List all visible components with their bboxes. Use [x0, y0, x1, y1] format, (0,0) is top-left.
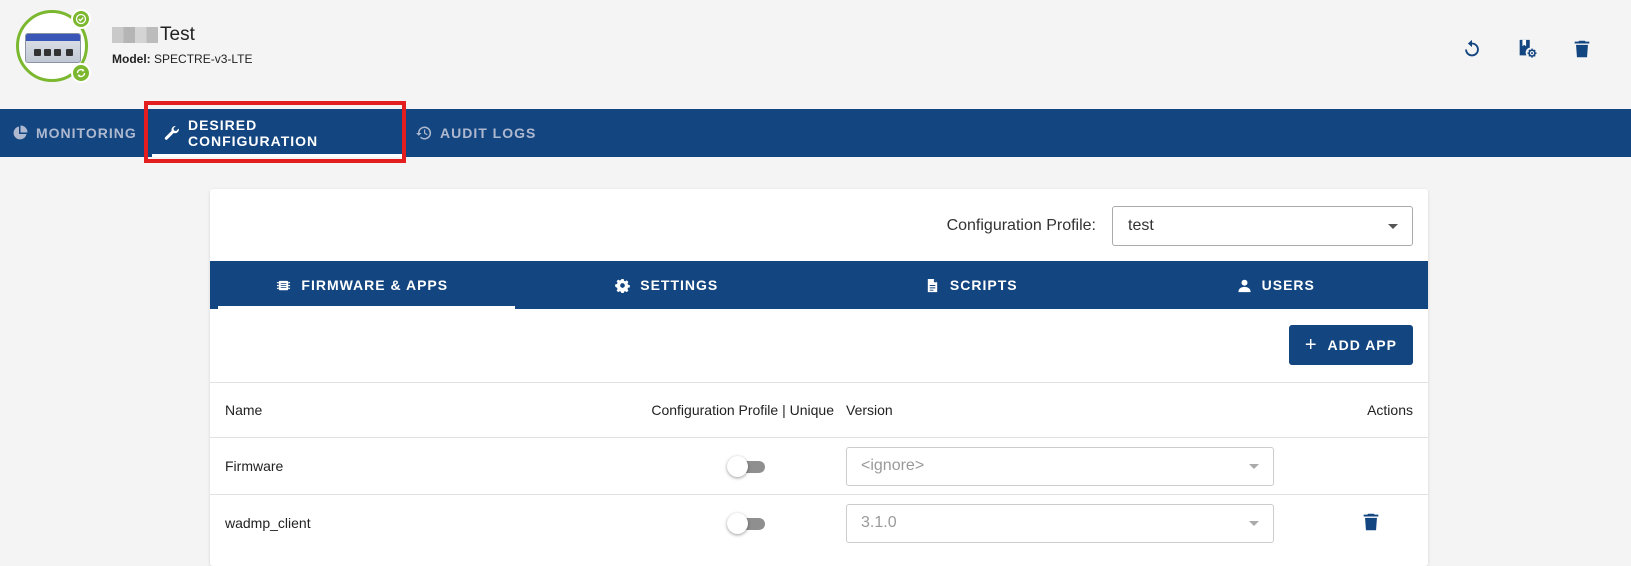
table-header-row: Name Configuration Profile | Unique Vers… [210, 382, 1428, 438]
configuration-profile-value: test [1128, 217, 1154, 234]
tab-audit-logs[interactable]: AUDIT LOGS [404, 109, 548, 157]
redacted-text [112, 27, 158, 43]
plus-icon: + [1304, 334, 1318, 356]
actions-cell [1314, 437, 1428, 495]
online-check-icon [71, 9, 91, 29]
device-name: Test [160, 24, 195, 45]
tab-scripts[interactable]: SCRIPTS [819, 261, 1124, 309]
tab-settings[interactable]: SETTINGS [515, 261, 820, 309]
version-cell: 3.1.0 [834, 494, 1314, 552]
unique-cell [650, 494, 834, 552]
tab-users-label: USERS [1261, 277, 1315, 293]
tab-desired-configuration[interactable]: DESIRED CONFIGURATION [150, 109, 404, 157]
tab-firmware-apps-label: FIRMWARE & APPS [301, 277, 449, 293]
history-icon [416, 126, 432, 140]
column-header-actions: Actions [1314, 382, 1428, 438]
device-header: Test Model: SPECTRE-v3-LTE [0, 0, 1631, 109]
router-image [25, 33, 81, 63]
column-header-profile-unique[interactable]: Configuration Profile | Unique [650, 382, 834, 438]
config-sub-nav: FIRMWARE & APPS SETTINGS SCRIPTS USERS [210, 261, 1428, 309]
column-header-version[interactable]: Version [834, 382, 1314, 438]
profile-settings-button[interactable] [1516, 38, 1538, 60]
delete-app-button[interactable] [1360, 511, 1382, 533]
tab-audit-logs-label: AUDIT LOGS [440, 125, 537, 141]
user-icon [1238, 279, 1251, 292]
profile-settings-icon [1519, 39, 1537, 58]
app-name: Firmware [210, 437, 650, 495]
device-title-block: Test Model: SPECTRE-v3-LTE [112, 24, 252, 66]
add-app-label: ADD APP [1327, 337, 1397, 353]
configuration-profile-select[interactable]: test [1112, 206, 1413, 246]
main-nav: MONITORING DESIRED CONFIGURATION AUDIT L… [0, 109, 1631, 157]
unique-cell [650, 437, 834, 495]
model-label: Model: [112, 52, 151, 66]
version-cell: <ignore> [834, 437, 1314, 495]
wrench-icon [164, 125, 179, 140]
app-name: wadmp_client [210, 494, 650, 552]
gear-icon [615, 278, 631, 293]
unique-toggle[interactable] [727, 513, 765, 535]
device-model: Model: SPECTRE-v3-LTE [112, 52, 252, 66]
version-value: 3.1.0 [861, 514, 897, 532]
configuration-profile-row: Configuration Profile: test [947, 206, 1413, 246]
trash-icon [1363, 513, 1379, 530]
version-select[interactable]: 3.1.0 [846, 503, 1274, 543]
table-row: wadmp_client 3.1.0 [210, 494, 1428, 552]
configuration-card: Configuration Profile: test FIRMWARE & A… [210, 189, 1428, 566]
reload-icon [1465, 39, 1479, 57]
delete-device-button[interactable] [1571, 38, 1593, 60]
document-icon [927, 278, 938, 292]
actions-cell [1314, 494, 1428, 552]
tab-scripts-label: SCRIPTS [949, 277, 1018, 293]
chevron-down-icon [1249, 520, 1259, 526]
trash-icon [1574, 40, 1590, 58]
version-select[interactable]: <ignore> [846, 446, 1274, 486]
model-value: SPECTRE-v3-LTE [154, 52, 253, 66]
tab-firmware-apps[interactable]: FIRMWARE & APPS [210, 261, 515, 309]
device-avatar [16, 9, 91, 83]
tab-users[interactable]: USERS [1124, 261, 1429, 309]
table-row: Firmware <ignore> [210, 437, 1428, 495]
chip-icon [277, 280, 291, 290]
header-actions [1461, 38, 1593, 60]
sync-icon [71, 63, 91, 83]
apps-toolbar: + ADD APP [1288, 325, 1413, 365]
tab-desired-configuration-label: DESIRED CONFIGURATION [187, 117, 319, 149]
apps-table: Name Configuration Profile | Unique Vers… [210, 382, 1428, 552]
add-app-button[interactable]: + ADD APP [1288, 325, 1413, 365]
tab-settings-label: SETTINGS [640, 277, 719, 293]
tab-monitoring-label: MONITORING [36, 125, 137, 141]
column-header-name[interactable]: Name [210, 382, 650, 438]
pie-chart-icon [13, 125, 28, 140]
chevron-down-icon [1249, 463, 1259, 469]
tab-monitoring[interactable]: MONITORING [0, 109, 150, 157]
reload-button[interactable] [1461, 38, 1483, 60]
version-value: <ignore> [861, 457, 925, 474]
unique-toggle[interactable] [727, 456, 765, 477]
chevron-down-icon [1388, 223, 1398, 229]
configuration-profile-label: Configuration Profile: [946, 217, 1096, 234]
